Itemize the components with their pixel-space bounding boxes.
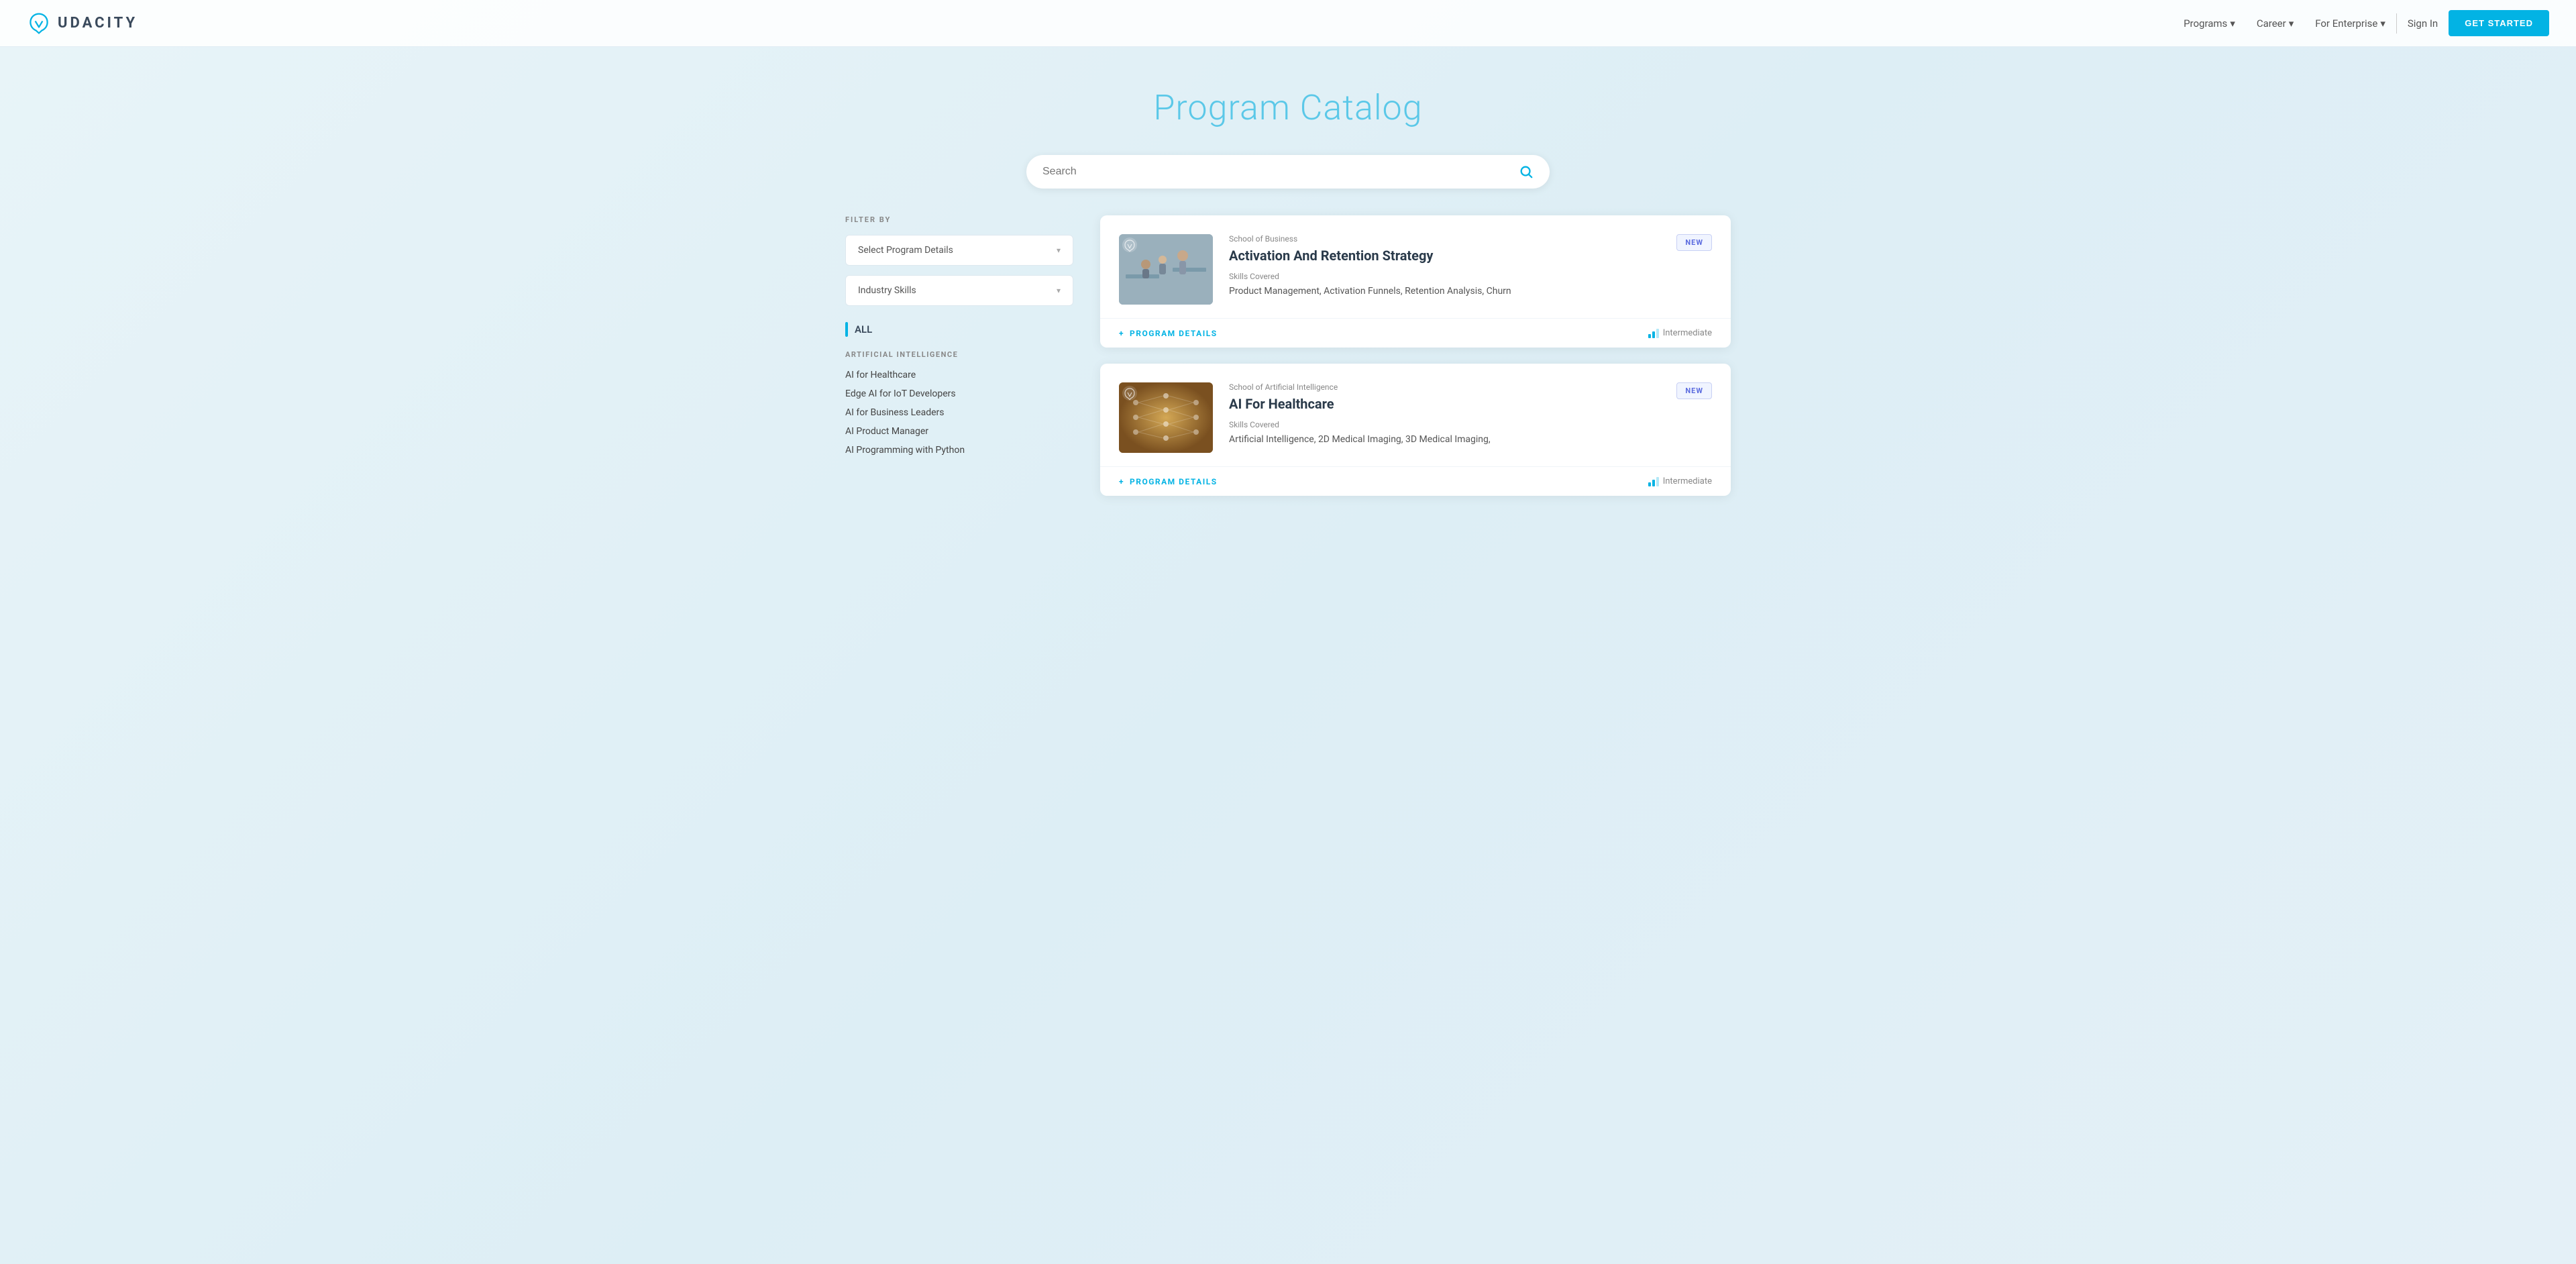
logo-text: UDACITY xyxy=(58,15,138,32)
search-container xyxy=(0,155,2576,215)
sidebar-item-edge-ai[interactable]: Edge AI for IoT Developers xyxy=(845,384,1073,403)
card-footer-2: + PROGRAM DETAILS Intermediate xyxy=(1100,466,1731,496)
level-bar-low xyxy=(1648,334,1651,338)
plus-icon-2: + xyxy=(1119,477,1124,486)
active-bar xyxy=(845,322,848,337)
sidebar-category-ai: ARTIFICIAL INTELLIGENCE AI for Healthcar… xyxy=(845,350,1073,460)
card-school-1: School of Business xyxy=(1229,234,1660,244)
sidebar-item-ai-product[interactable]: AI Product Manager xyxy=(845,422,1073,441)
card-thumbnail-2 xyxy=(1119,382,1213,453)
sidebar-item-ai-healthcare[interactable]: AI for Healthcare xyxy=(845,366,1073,384)
sidebar-nav: ALL ARTIFICIAL INTELLIGENCE AI for Healt… xyxy=(845,322,1073,460)
nav-career[interactable]: Career ▾ xyxy=(2257,17,2294,30)
get-started-button[interactable]: GET STARTED xyxy=(2449,10,2549,36)
sidebar-item-ai-python[interactable]: AI Programming with Python xyxy=(845,441,1073,460)
level-bar-high xyxy=(1656,329,1659,338)
card-skills-1: Product Management, Activation Funnels, … xyxy=(1229,284,1660,299)
program-details-dropdown-label: Select Program Details xyxy=(858,245,953,256)
chevron-down-icon-2: ▾ xyxy=(1057,286,1061,295)
card-level-text-2: Intermediate xyxy=(1663,476,1712,486)
cards-section: School of Business Activation And Retent… xyxy=(1100,215,1731,496)
search-input[interactable] xyxy=(1042,166,1519,178)
nav-links: Programs ▾ Career ▾ For Enterprise ▾ xyxy=(2184,17,2385,30)
program-card-2: School of Artificial Intelligence AI For… xyxy=(1100,364,1731,496)
sign-in-link[interactable]: Sign In xyxy=(2408,17,2438,30)
hero-section: Program Catalog xyxy=(0,47,2576,155)
nav-programs[interactable]: Programs ▾ xyxy=(2184,17,2235,30)
card-skills-label-1: Skills Covered xyxy=(1229,272,1660,281)
card-title-2: AI For Healthcare xyxy=(1229,396,1660,412)
sidebar: FILTER BY Select Program Details ▾ Indus… xyxy=(845,215,1073,496)
card-skills-2: Artificial Intelligence, 2D Medical Imag… xyxy=(1229,432,1660,447)
card-top-2: School of Artificial Intelligence AI For… xyxy=(1100,364,1731,466)
card-thumbnail-1 xyxy=(1119,234,1213,305)
sidebar-all-item[interactable]: ALL xyxy=(845,322,1073,337)
card-top-1: School of Business Activation And Retent… xyxy=(1100,215,1731,318)
navbar: UDACITY Programs ▾ Career ▾ For Enterpri… xyxy=(0,0,2576,47)
main-layout: FILTER BY Select Program Details ▾ Indus… xyxy=(818,215,1758,536)
industry-skills-dropdown-label: Industry Skills xyxy=(858,285,916,296)
level-bar-mid xyxy=(1652,331,1655,338)
search-box xyxy=(1026,155,1550,189)
search-button[interactable] xyxy=(1519,164,1534,179)
program-details-text-1: PROGRAM DETAILS xyxy=(1130,329,1218,338)
program-details-dropdown[interactable]: Select Program Details ▾ xyxy=(845,235,1073,266)
program-details-link-1[interactable]: + PROGRAM DETAILS xyxy=(1119,329,1218,338)
card-footer-1: + PROGRAM DETAILS Intermediate xyxy=(1100,318,1731,348)
program-card-1: School of Business Activation And Retent… xyxy=(1100,215,1731,348)
card-info-2: School of Artificial Intelligence AI For… xyxy=(1229,382,1660,447)
nav-logo[interactable]: UDACITY xyxy=(27,11,138,36)
program-details-link-2[interactable]: + PROGRAM DETAILS xyxy=(1119,477,1218,486)
chevron-down-icon: ▾ xyxy=(1057,246,1061,255)
card-level-text-1: Intermediate xyxy=(1663,328,1712,338)
plus-icon-1: + xyxy=(1119,329,1124,338)
program-details-text-2: PROGRAM DETAILS xyxy=(1130,477,1218,486)
card-info-1: School of Business Activation And Retent… xyxy=(1229,234,1660,299)
card-level-1: Intermediate xyxy=(1648,328,1712,338)
level-icon-1 xyxy=(1648,329,1659,338)
card-badge-1: NEW xyxy=(1676,234,1712,251)
card-skills-label-2: Skills Covered xyxy=(1229,420,1660,429)
card-badge-2: NEW xyxy=(1676,382,1712,399)
level-bar-mid-2 xyxy=(1652,480,1655,486)
level-bar-low-2 xyxy=(1648,482,1651,486)
card-school-2: School of Artificial Intelligence xyxy=(1229,382,1660,392)
industry-skills-dropdown[interactable]: Industry Skills ▾ xyxy=(845,275,1073,306)
level-icon-2 xyxy=(1648,477,1659,486)
page-title: Program Catalog xyxy=(13,87,2563,128)
nav-enterprise[interactable]: For Enterprise ▾ xyxy=(2315,17,2385,30)
filter-by-label: FILTER BY xyxy=(845,215,1073,224)
all-label: ALL xyxy=(855,323,872,335)
card-title-1: Activation And Retention Strategy xyxy=(1229,248,1660,264)
level-bar-high-2 xyxy=(1656,477,1659,486)
card-level-2: Intermediate xyxy=(1648,476,1712,486)
nav-divider xyxy=(2396,13,2397,34)
category-title-ai: ARTIFICIAL INTELLIGENCE xyxy=(845,350,1073,359)
sidebar-item-ai-business[interactable]: AI for Business Leaders xyxy=(845,403,1073,422)
